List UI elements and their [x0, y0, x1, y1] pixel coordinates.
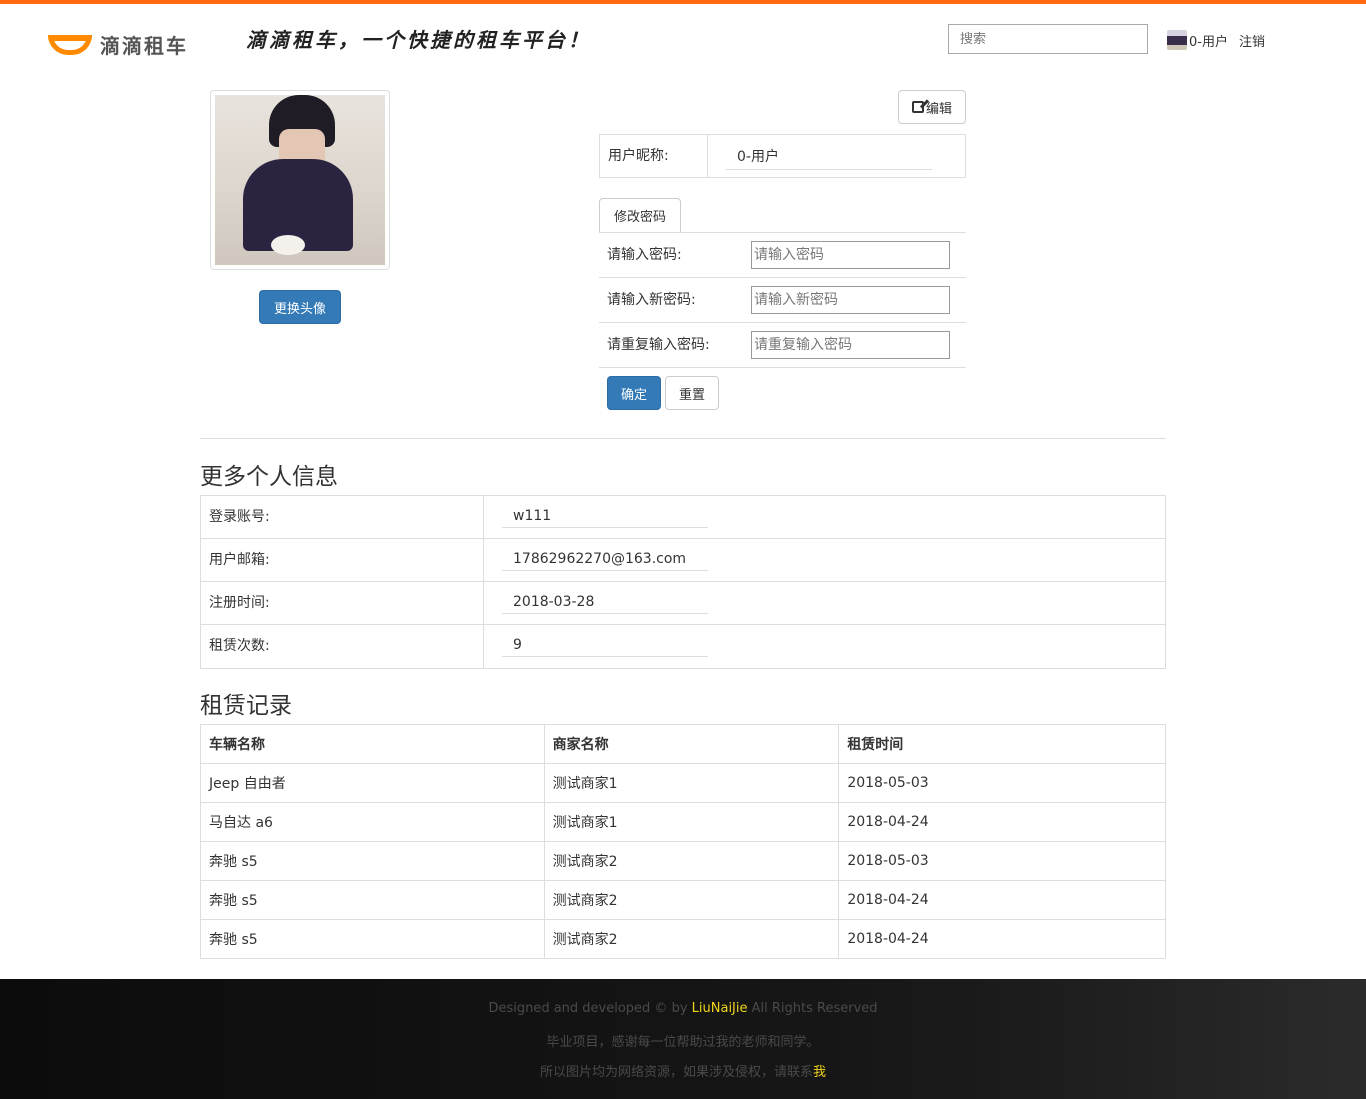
site-footer: Designed and developed © by LiuNaiJie Al…	[0, 979, 1366, 1099]
nickname-label: 用户昵称:	[600, 135, 708, 177]
vehicle-cell: 奔驰 s5	[200, 880, 545, 920]
change-avatar-button[interactable]: 更换头像	[259, 290, 341, 324]
register-date-label: 注册时间:	[201, 582, 484, 624]
repeat-password-label: 请重复输入密码:	[607, 337, 710, 353]
repeat-password-input[interactable]	[751, 331, 950, 359]
table-row: 注册时间: 2018-03-28	[201, 582, 1165, 625]
password-row: 请输入新密码:	[599, 278, 966, 323]
new-password-input[interactable]	[751, 286, 950, 314]
footer-copyright-note: 所以图片均为网络资源，如果涉及侵权，请联系我	[0, 1061, 1366, 1080]
more-info-table: 登录账号: w111 用户邮箱: 17862962270@163.com 注册时…	[200, 495, 1166, 669]
edit-icon	[911, 101, 924, 113]
password-form: 请输入密码: 请输入新密码: 请重复输入密码:	[599, 232, 966, 368]
column-header: 商家名称	[543, 724, 840, 764]
table-row: 奔驰 s5 测试商家2 2018-04-24	[200, 880, 1166, 920]
rental-date-cell: 2018-04-24	[838, 880, 1166, 920]
email-label: 用户邮箱:	[201, 539, 484, 581]
rental-count-label: 租赁次数:	[201, 625, 484, 668]
vehicle-cell: 奔驰 s5	[200, 919, 545, 959]
didi-logo-icon	[48, 34, 92, 55]
table-row: 奔驰 s5 测试商家2 2018-04-24	[200, 919, 1166, 959]
logo-text: 滴滴租车	[100, 34, 188, 58]
current-password-label: 请输入密码:	[607, 247, 682, 263]
site-slogan: 滴滴租车，一个快捷的租车平台！	[246, 28, 591, 52]
contact-link[interactable]: 我	[813, 1065, 826, 1080]
footer-rights: All Rights Reserved	[751, 1001, 878, 1016]
merchant-cell: 测试商家1	[543, 763, 840, 803]
rental-date-cell: 2018-05-03	[838, 763, 1166, 803]
rental-count-value: 9	[502, 637, 708, 657]
account-value: w111	[502, 508, 708, 528]
user-menu: 0-用户 注销	[1167, 30, 1265, 50]
edit-button[interactable]: 编辑	[898, 90, 966, 124]
table-row: 用户邮箱: 17862962270@163.com	[201, 539, 1165, 582]
merchant-cell: 测试商家2	[543, 919, 840, 959]
column-header: 租赁时间	[838, 724, 1166, 764]
vehicle-cell: Jeep 自由者	[200, 763, 545, 803]
email-value: 17862962270@163.com	[502, 551, 708, 571]
rental-date-cell: 2018-05-03	[838, 841, 1166, 881]
table-row: Jeep 自由者 测试商家1 2018-05-03	[200, 763, 1166, 803]
account-label: 登录账号:	[201, 496, 484, 538]
rental-records-table: 车辆名称 商家名称 租赁时间 Jeep 自由者 测试商家1 2018-05-03…	[200, 724, 1166, 959]
search-input[interactable]	[948, 24, 1148, 54]
table-row: 奔驰 s5 测试商家2 2018-05-03	[200, 841, 1166, 881]
profile-avatar	[210, 90, 390, 270]
footer-note-text: 所以图片均为网络资源，如果涉及侵权，请联系	[539, 1065, 813, 1080]
merchant-cell: 测试商家1	[543, 802, 840, 842]
username-link[interactable]: 0-用户	[1189, 31, 1228, 50]
reset-button[interactable]: 重置	[665, 376, 719, 410]
new-password-label: 请输入新密码:	[607, 292, 696, 308]
footer-credit-prefix: Designed and developed © by	[488, 1001, 688, 1016]
table-row: 租赁次数: 9	[201, 625, 1165, 668]
footer-credit: Designed and developed © by LiuNaiJie Al…	[0, 1001, 1366, 1016]
rental-records-title: 租赁记录	[200, 693, 292, 719]
user-avatar-icon[interactable]	[1167, 30, 1187, 50]
nickname-table: 用户昵称: 0-用户	[599, 134, 966, 178]
table-header-row: 车辆名称 商家名称 租赁时间	[200, 724, 1166, 764]
vehicle-cell: 奔驰 s5	[200, 841, 545, 881]
table-row: 马自达 a6 测试商家1 2018-04-24	[200, 802, 1166, 842]
section-divider	[200, 438, 1166, 439]
footer-thanks: 毕业项目，感谢每一位帮助过我的老师和同学。	[546, 1035, 820, 1050]
more-info-title: 更多个人信息	[200, 464, 338, 490]
password-row: 请重复输入密码:	[599, 323, 966, 368]
site-logo[interactable]: 滴滴租车	[48, 30, 188, 59]
site-header: 滴滴租车 滴滴租车，一个快捷的租车平台！ 0-用户 注销	[0, 4, 1366, 70]
logout-link[interactable]: 注销	[1239, 31, 1265, 50]
confirm-button[interactable]: 确定	[607, 376, 661, 410]
edit-button-label: 编辑	[925, 101, 952, 117]
register-date-value: 2018-03-28	[502, 594, 708, 614]
column-header: 车辆名称	[200, 724, 545, 764]
current-password-input[interactable]	[751, 241, 950, 269]
tab-change-password[interactable]: 修改密码	[599, 198, 681, 233]
rental-date-cell: 2018-04-24	[838, 919, 1166, 959]
table-row: 登录账号: w111	[201, 496, 1165, 539]
merchant-cell: 测试商家2	[543, 841, 840, 881]
merchant-cell: 测试商家2	[543, 880, 840, 920]
nickname-value: 0-用户	[726, 146, 932, 170]
author-link[interactable]: LiuNaiJie	[692, 1001, 748, 1016]
password-row: 请输入密码:	[599, 233, 966, 278]
vehicle-cell: 马自达 a6	[200, 802, 545, 842]
avatar-photo	[215, 95, 385, 265]
rental-date-cell: 2018-04-24	[838, 802, 1166, 842]
